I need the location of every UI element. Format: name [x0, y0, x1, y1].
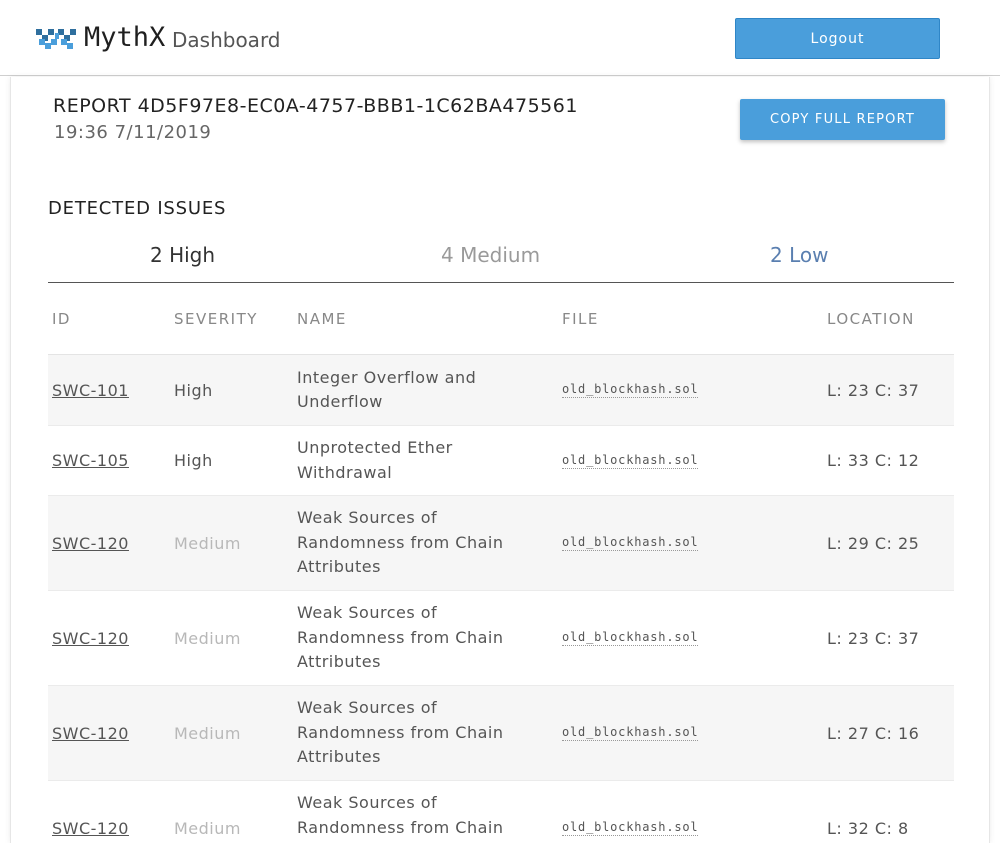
report-panel: REPORT 4D5F97E8-EC0A-4757-BBB1-1C62BA475…: [10, 77, 990, 843]
location-cell: L: 29 C: 25: [827, 533, 920, 553]
tab-medium[interactable]: 4 Medium: [441, 243, 540, 267]
brand-name: MythX: [84, 22, 166, 53]
table-row: SWC-101 High Integer Overflow and Underf…: [48, 355, 954, 426]
issue-id-cell: SWC-120: [52, 781, 129, 843]
tab-high[interactable]: 2 High: [150, 243, 215, 267]
issue-name-cell: Weak Sources of Randomness from Chain At…: [297, 508, 504, 577]
issue-id-cell: SWC-120: [52, 496, 129, 590]
file-name[interactable]: old_blockhash.sol: [562, 630, 699, 646]
file-name[interactable]: old_blockhash.sol: [562, 535, 699, 551]
file-cell: old_blockhash.sol: [562, 496, 699, 590]
issue-id-link[interactable]: SWC-120: [52, 819, 129, 838]
issues-table: ID SEVERITY NAME FILE LOCATION SWC-101 H…: [48, 283, 954, 843]
file-name[interactable]: old_blockhash.sol: [562, 453, 699, 469]
file-cell: old_blockhash.sol: [562, 426, 699, 495]
severity-cell: Medium: [174, 723, 241, 743]
issue-name-cell: Weak Sources of Randomness from Chain At…: [297, 793, 504, 843]
location-cell: L: 23 C: 37: [827, 380, 920, 400]
column-header-severity: SEVERITY: [174, 310, 258, 328]
page-subtitle: Dashboard: [172, 28, 281, 52]
severity-cell: Medium: [174, 628, 241, 648]
issue-id-link[interactable]: SWC-120: [52, 534, 129, 553]
column-header-name: NAME: [297, 310, 347, 328]
report-title: REPORT 4D5F97E8-EC0A-4757-BBB1-1C62BA475…: [53, 95, 578, 117]
table-row: SWC-120 Medium Weak Sources of Randomnes…: [48, 496, 954, 591]
issue-id-cell: SWC-120: [52, 591, 129, 685]
location-cell: L: 23 C: 37: [827, 628, 920, 648]
copy-full-report-button[interactable]: COPY FULL REPORT: [740, 99, 945, 140]
logout-button[interactable]: Logout: [735, 18, 940, 59]
severity-cell: Medium: [174, 533, 241, 553]
file-cell: old_blockhash.sol: [562, 781, 699, 843]
issue-name-cell: Unprotected Ether Withdrawal: [297, 438, 453, 482]
file-cell: old_blockhash.sol: [562, 355, 699, 425]
issue-name-cell: Weak Sources of Randomness from Chain At…: [297, 698, 504, 767]
location-cell: L: 32 C: 8: [827, 818, 909, 838]
table-header: ID SEVERITY NAME FILE LOCATION: [48, 283, 954, 355]
issue-id-link[interactable]: SWC-120: [52, 724, 129, 743]
severity-cell: High: [174, 451, 213, 470]
top-header: MythX Dashboard Logout: [0, 0, 1000, 76]
mythx-logo-icon: [36, 29, 76, 49]
table-row: SWC-120 Medium Weak Sources of Randomnes…: [48, 781, 954, 843]
issue-id-link[interactable]: SWC-105: [52, 451, 129, 470]
file-cell: old_blockhash.sol: [562, 686, 699, 780]
column-header-location: LOCATION: [827, 310, 915, 328]
issue-id-cell: SWC-120: [52, 686, 129, 780]
location-cell: L: 33 C: 12: [827, 451, 920, 470]
table-row: SWC-105 High Unprotected Ether Withdrawa…: [48, 426, 954, 496]
file-cell: old_blockhash.sol: [562, 591, 699, 685]
severity-tabs: 2 High 4 Medium 2 Low: [48, 237, 954, 283]
severity-cell: Medium: [174, 818, 241, 838]
column-header-file: FILE: [562, 310, 599, 328]
table-row: SWC-120 Medium Weak Sources of Randomnes…: [48, 591, 954, 686]
tab-low[interactable]: 2 Low: [770, 243, 828, 267]
issue-name-cell: Integer Overflow and Underflow: [297, 367, 477, 412]
column-header-id: ID: [52, 310, 71, 328]
file-name[interactable]: old_blockhash.sol: [562, 725, 699, 741]
issue-id-cell: SWC-105: [52, 426, 129, 495]
issue-id-link[interactable]: SWC-101: [52, 381, 129, 400]
file-name[interactable]: old_blockhash.sol: [562, 382, 699, 398]
issue-name-cell: Weak Sources of Randomness from Chain At…: [297, 603, 504, 672]
detected-issues-heading: DETECTED ISSUES: [48, 198, 227, 219]
report-date: 19:36 7/11/2019: [54, 122, 212, 143]
issue-id-cell: SWC-101: [52, 355, 129, 425]
severity-cell: High: [174, 380, 213, 400]
table-row: SWC-120 Medium Weak Sources of Randomnes…: [48, 686, 954, 781]
file-name[interactable]: old_blockhash.sol: [562, 820, 699, 836]
location-cell: L: 27 C: 16: [827, 723, 920, 743]
issue-id-link[interactable]: SWC-120: [52, 629, 129, 648]
